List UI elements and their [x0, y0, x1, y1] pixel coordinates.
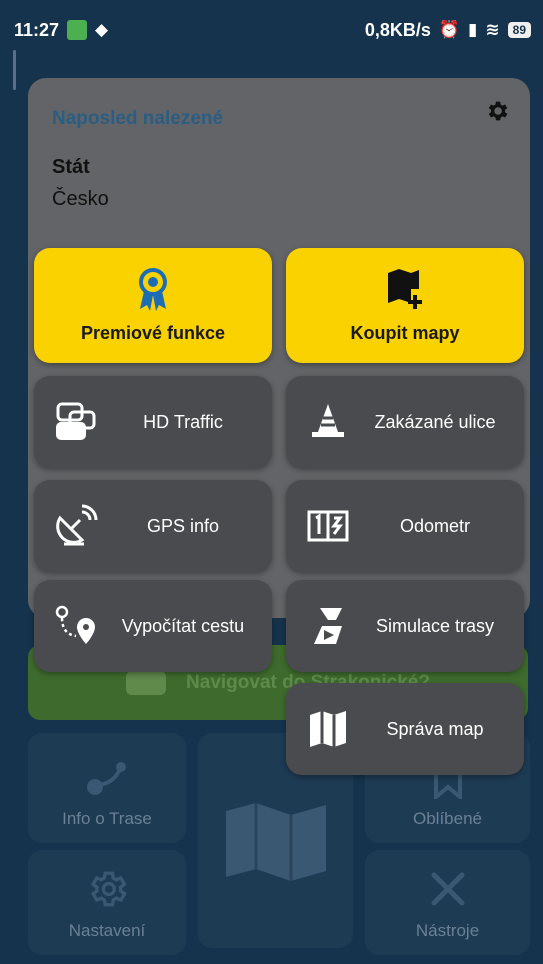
route-simulation-label: Simulace trasy: [375, 615, 495, 636]
tile-tools: Nástroje: [365, 850, 530, 955]
compute-route-label: Vypočítat cestu: [121, 615, 245, 636]
hd-traffic-label: HD Traffic: [143, 411, 223, 432]
manage-maps-button[interactable]: Správa map: [286, 683, 524, 775]
premium-features-label: Premiové funkce: [80, 323, 226, 343]
car-icon: [126, 670, 167, 695]
forbidden-streets-button[interactable]: Zakázané ulice: [286, 376, 524, 468]
map-icon: [300, 701, 356, 757]
forbidden-streets-label: Zakázané ulice: [374, 411, 496, 432]
gps-info-label: GPS info: [146, 515, 220, 536]
satellite-dish-icon: [48, 498, 104, 554]
odometer-button[interactable]: Odometr: [286, 480, 524, 572]
tile-settings-label: Nastavení: [68, 921, 146, 940]
route-points-icon: [48, 598, 104, 654]
premium-features-button[interactable]: Premiové funkce: [34, 248, 272, 363]
tile-tools-label: Nástroje: [415, 921, 480, 940]
map-icon: [225, 802, 326, 881]
buy-maps-button[interactable]: Koupit mapy: [286, 248, 524, 363]
odometer-icon: [300, 498, 356, 554]
tile-route-info-label: Info o Trase: [62, 809, 152, 828]
settings-icon: [90, 871, 127, 907]
tile-route-info: Info o Trase: [28, 733, 186, 843]
odometer-label: Odometr: [399, 515, 471, 536]
state-label: Stát: [52, 156, 90, 178]
gear-icon[interactable]: [484, 98, 510, 124]
traffic-cone-icon: [300, 394, 356, 450]
tools-icon: [431, 872, 464, 906]
traffic-icon: [48, 394, 104, 450]
tile-settings: Nastavení: [28, 850, 186, 955]
route-simulation-button[interactable]: Simulace trasy: [286, 580, 524, 672]
buy-maps-label: Koupit mapy: [350, 323, 460, 343]
manage-maps-label: Správa map: [386, 718, 484, 739]
state-value: Česko: [52, 188, 109, 210]
compute-route-button[interactable]: Vypočítat cestu: [34, 580, 272, 672]
route-simulation-icon: [300, 598, 356, 654]
card-title: Naposled nalezené: [52, 108, 224, 129]
route-icon: [87, 762, 126, 795]
tile-favorites-label: Oblíbené: [413, 809, 482, 828]
gps-info-button[interactable]: GPS info: [34, 480, 272, 572]
award-icon: [139, 268, 167, 311]
add-map-icon: [388, 269, 422, 309]
hd-traffic-button[interactable]: HD Traffic: [34, 376, 272, 468]
